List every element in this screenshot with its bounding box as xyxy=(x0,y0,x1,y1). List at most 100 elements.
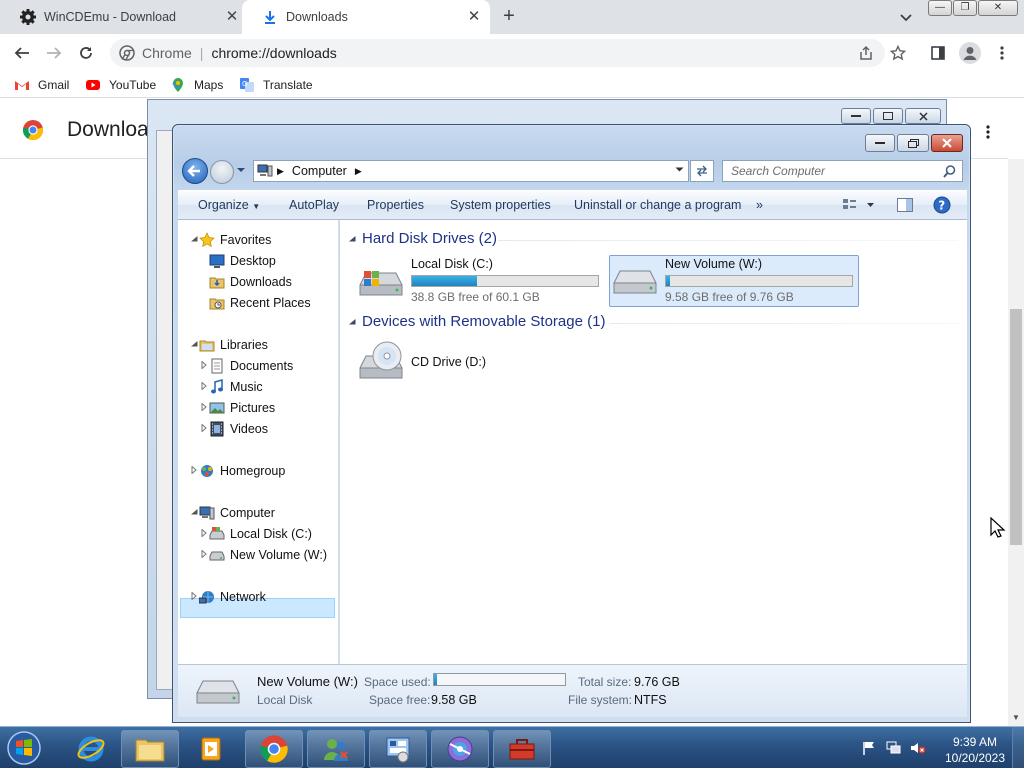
bookmark-gmail[interactable]: Gmail xyxy=(14,76,69,94)
taskbar-windows-explorer[interactable] xyxy=(121,730,179,768)
system-properties-button[interactable]: System properties xyxy=(450,198,551,212)
maximize-button[interactable] xyxy=(873,108,903,124)
organize-menu[interactable]: Organize ▼ xyxy=(198,198,260,212)
profile-avatar[interactable] xyxy=(958,41,982,65)
taskbar-internet-explorer[interactable] xyxy=(62,730,120,768)
recent-pages-dropdown-icon[interactable] xyxy=(236,165,246,175)
restore-button[interactable]: ❐ xyxy=(953,0,977,16)
bookmark-maps[interactable]: Maps xyxy=(170,76,223,94)
collapse-triangle-icon[interactable] xyxy=(190,340,198,348)
collapse-triangle-icon[interactable] xyxy=(348,235,356,243)
show-desktop-button[interactable] xyxy=(1012,727,1024,768)
properties-button[interactable]: Properties xyxy=(367,198,424,212)
nav-music[interactable]: Music xyxy=(209,377,263,397)
forward-arrow-icon[interactable] xyxy=(44,44,64,62)
address-bar[interactable]: ▶ Computer ▶ xyxy=(253,160,689,182)
nav-favorites[interactable]: Favorites xyxy=(199,230,271,250)
back-arrow-icon[interactable] xyxy=(12,44,32,62)
drive-new-volume-w[interactable]: New Volume (W:) 9.58 GB free of 9.76 GB xyxy=(611,257,853,304)
collapse-triangle-icon[interactable] xyxy=(348,318,356,326)
back-arrow-icon[interactable] xyxy=(182,158,208,184)
minimize-button[interactable] xyxy=(841,108,871,124)
taskbar-chrome[interactable] xyxy=(245,730,303,768)
expand-triangle-icon[interactable] xyxy=(200,361,208,369)
uninstall-program-button[interactable]: Uninstall or change a program xyxy=(574,198,741,212)
expand-triangle-icon[interactable] xyxy=(190,592,198,600)
expand-triangle-icon[interactable] xyxy=(200,382,208,390)
tab-downloads[interactable]: Downloads ✕ xyxy=(242,0,490,34)
network-tray-icon[interactable] xyxy=(886,741,902,755)
scrollbar-thumb[interactable] xyxy=(1010,309,1022,545)
page-scrollbar[interactable]: ▼ xyxy=(1008,159,1024,726)
expand-triangle-icon[interactable] xyxy=(200,424,208,432)
reload-icon[interactable] xyxy=(76,44,96,62)
drive-cd-d[interactable]: CD Drive (D:) xyxy=(357,340,486,384)
address-dropdown-icon[interactable] xyxy=(675,165,684,174)
downloads-menu-icon[interactable] xyxy=(986,124,990,140)
collapse-triangle-icon[interactable] xyxy=(190,235,198,243)
scroll-down-icon[interactable]: ▼ xyxy=(1012,713,1020,722)
refresh-icon[interactable] xyxy=(690,160,714,182)
nav-libraries[interactable]: Libraries xyxy=(199,335,268,355)
nav-desktop[interactable]: Desktop xyxy=(209,251,276,271)
kebab-menu-icon[interactable] xyxy=(992,44,1012,62)
expand-triangle-icon[interactable] xyxy=(190,466,198,474)
autoplay-button[interactable]: AutoPlay xyxy=(289,198,339,212)
nav-network[interactable]: Network xyxy=(199,587,266,607)
flag-icon[interactable] xyxy=(862,741,876,755)
tray-clock[interactable]: 9:39 AM 10/20/2023 xyxy=(940,734,1010,766)
taskbar-users-app[interactable] xyxy=(307,730,365,768)
close-tab-icon[interactable]: ✕ xyxy=(224,9,240,25)
collapse-triangle-icon[interactable] xyxy=(190,508,198,516)
bookmark-star-icon[interactable] xyxy=(888,44,908,62)
search-input[interactable]: Search Computer xyxy=(722,160,963,182)
group-removable-storage[interactable]: Devices with Removable Storage (1) xyxy=(348,313,958,330)
nav-documents[interactable]: Documents xyxy=(209,356,293,376)
close-button[interactable] xyxy=(905,108,941,124)
close-button[interactable] xyxy=(931,134,963,152)
nav-new-volume-w[interactable]: New Volume (W:) xyxy=(209,545,327,565)
minimize-button[interactable]: — xyxy=(928,0,952,16)
explorer-window[interactable]: ▶ Computer ▶ Search Computer Organize ▼ … xyxy=(172,124,971,723)
taskbar-disc-app[interactable] xyxy=(431,730,489,768)
chevron-down-icon[interactable] xyxy=(898,9,914,25)
close-tab-icon[interactable]: ✕ xyxy=(466,9,482,25)
expand-triangle-icon[interactable] xyxy=(200,529,208,537)
preview-pane-icon[interactable] xyxy=(897,198,913,212)
nav-downloads[interactable]: Downloads xyxy=(209,272,292,292)
share-icon[interactable] xyxy=(856,44,876,62)
breadcrumb-chevron-icon[interactable]: ▶ xyxy=(277,166,284,177)
omnibox[interactable]: Chrome | chrome://downloads xyxy=(110,39,885,67)
nav-pictures[interactable]: Pictures xyxy=(209,398,275,418)
new-tab-button[interactable]: + xyxy=(500,6,518,26)
minimize-button[interactable] xyxy=(865,134,895,152)
help-icon[interactable]: ? xyxy=(933,196,951,214)
bookmark-translate[interactable]: G Translate xyxy=(239,76,313,94)
close-window-button[interactable]: ✕ xyxy=(978,0,1018,16)
bookmark-youtube[interactable]: YouTube xyxy=(85,76,156,94)
nav-videos[interactable]: Videos xyxy=(209,419,268,439)
restore-button[interactable] xyxy=(897,134,929,152)
nav-homegroup[interactable]: Homegroup xyxy=(199,461,285,481)
nav-local-disk-c[interactable]: Local Disk (C:) xyxy=(209,524,312,544)
taskbar-toolbox-app[interactable] xyxy=(493,730,551,768)
start-button[interactable] xyxy=(4,729,44,767)
breadcrumb-chevron-icon[interactable]: ▶ xyxy=(355,166,362,177)
volume-muted-icon[interactable] xyxy=(910,741,926,755)
side-panel-icon[interactable] xyxy=(928,44,948,62)
taskbar-control-panel[interactable] xyxy=(369,730,427,768)
tab-wincdemu[interactable]: WinCDEmu - Download ✕ xyxy=(0,0,248,34)
expand-triangle-icon[interactable] xyxy=(200,550,208,558)
expand-triangle-icon[interactable] xyxy=(200,403,208,411)
command-bar: Organize ▼ AutoPlay Properties System pr… xyxy=(178,190,967,220)
search-icon[interactable] xyxy=(943,165,956,178)
breadcrumb-computer[interactable]: Computer xyxy=(292,164,347,178)
change-view-icon[interactable] xyxy=(842,198,876,212)
group-hard-disk-drives[interactable]: Hard Disk Drives (2) xyxy=(348,230,958,247)
drive-local-disk-c[interactable]: Local Disk (C:) 38.8 GB free of 60.1 GB xyxy=(357,257,599,304)
more-commands-chevron-icon[interactable]: » xyxy=(756,198,763,212)
nav-computer[interactable]: Computer xyxy=(199,503,275,523)
taskbar-media-player[interactable] xyxy=(182,730,240,768)
nav-recent-places[interactable]: Recent Places xyxy=(209,293,311,313)
forward-arrow-icon[interactable] xyxy=(210,160,234,184)
